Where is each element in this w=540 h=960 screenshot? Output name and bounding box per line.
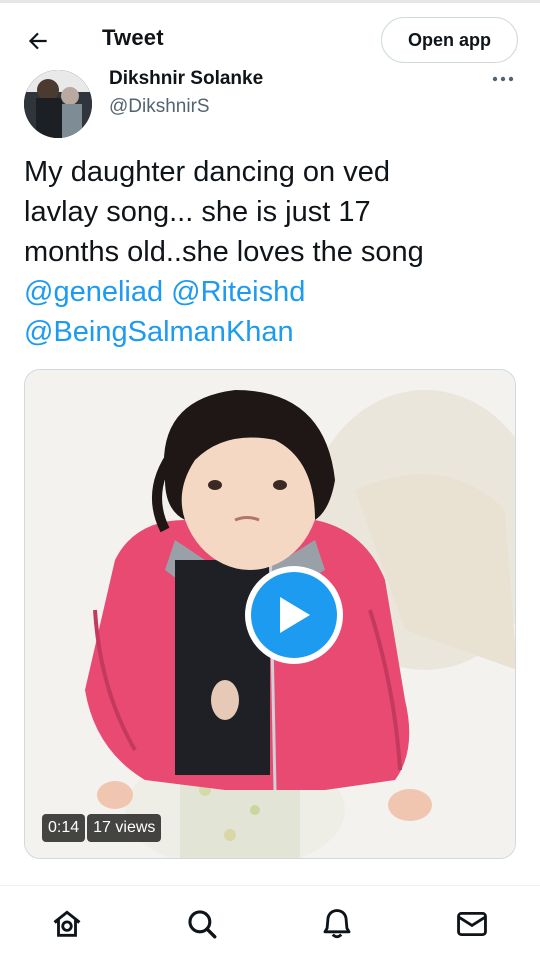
avatar-image bbox=[24, 70, 92, 138]
mentions-line: @geneliad @Riteishd bbox=[24, 272, 519, 312]
author-name[interactable]: Dikshnir Solanke bbox=[109, 68, 263, 90]
mention-link[interactable]: @BeingSalmanKhan bbox=[24, 316, 294, 348]
nav-home[interactable] bbox=[47, 904, 87, 944]
more-icon bbox=[492, 76, 514, 82]
tweet-text-line: lavlay song... she is just 17 bbox=[24, 196, 371, 228]
search-icon bbox=[188, 910, 217, 939]
back-arrow-icon bbox=[28, 32, 47, 50]
tweet-text-line: My daughter dancing on ved bbox=[24, 156, 390, 188]
mention-link[interactable]: @geneliad bbox=[24, 276, 163, 308]
video-duration: 0:14 bbox=[42, 814, 86, 842]
video-player[interactable]: 0:14 17 views bbox=[24, 369, 516, 859]
back-button[interactable] bbox=[20, 23, 56, 59]
nav-search[interactable] bbox=[182, 904, 222, 944]
tweet-text: My daughter dancing on ved lavlay song..… bbox=[24, 152, 519, 352]
play-button-fill bbox=[251, 572, 337, 658]
notifications-icon bbox=[323, 909, 351, 939]
play-icon bbox=[280, 597, 310, 633]
nav-messages[interactable] bbox=[452, 904, 492, 944]
messages-icon bbox=[457, 911, 487, 937]
tweet-author: Dikshnir Solanke @DikshnirS bbox=[0, 60, 540, 140]
avatar[interactable] bbox=[24, 70, 92, 138]
open-app-button[interactable]: Open app bbox=[381, 17, 518, 63]
video-meta: 0:14 17 views bbox=[42, 814, 162, 842]
home-icon bbox=[53, 910, 81, 937]
bottom-nav bbox=[0, 885, 540, 960]
tweet-text-line: months old..she loves the song bbox=[24, 236, 424, 268]
more-options-button[interactable] bbox=[486, 66, 520, 92]
video-views: 17 views bbox=[87, 814, 162, 842]
nav-notifications[interactable] bbox=[317, 904, 357, 944]
mention-link[interactable]: @Riteishd bbox=[171, 276, 305, 308]
play-button[interactable] bbox=[245, 566, 343, 664]
page-title: Tweet bbox=[102, 25, 164, 50]
mentions-line: @BeingSalmanKhan bbox=[24, 312, 519, 352]
author-handle[interactable]: @DikshnirS bbox=[109, 96, 210, 118]
